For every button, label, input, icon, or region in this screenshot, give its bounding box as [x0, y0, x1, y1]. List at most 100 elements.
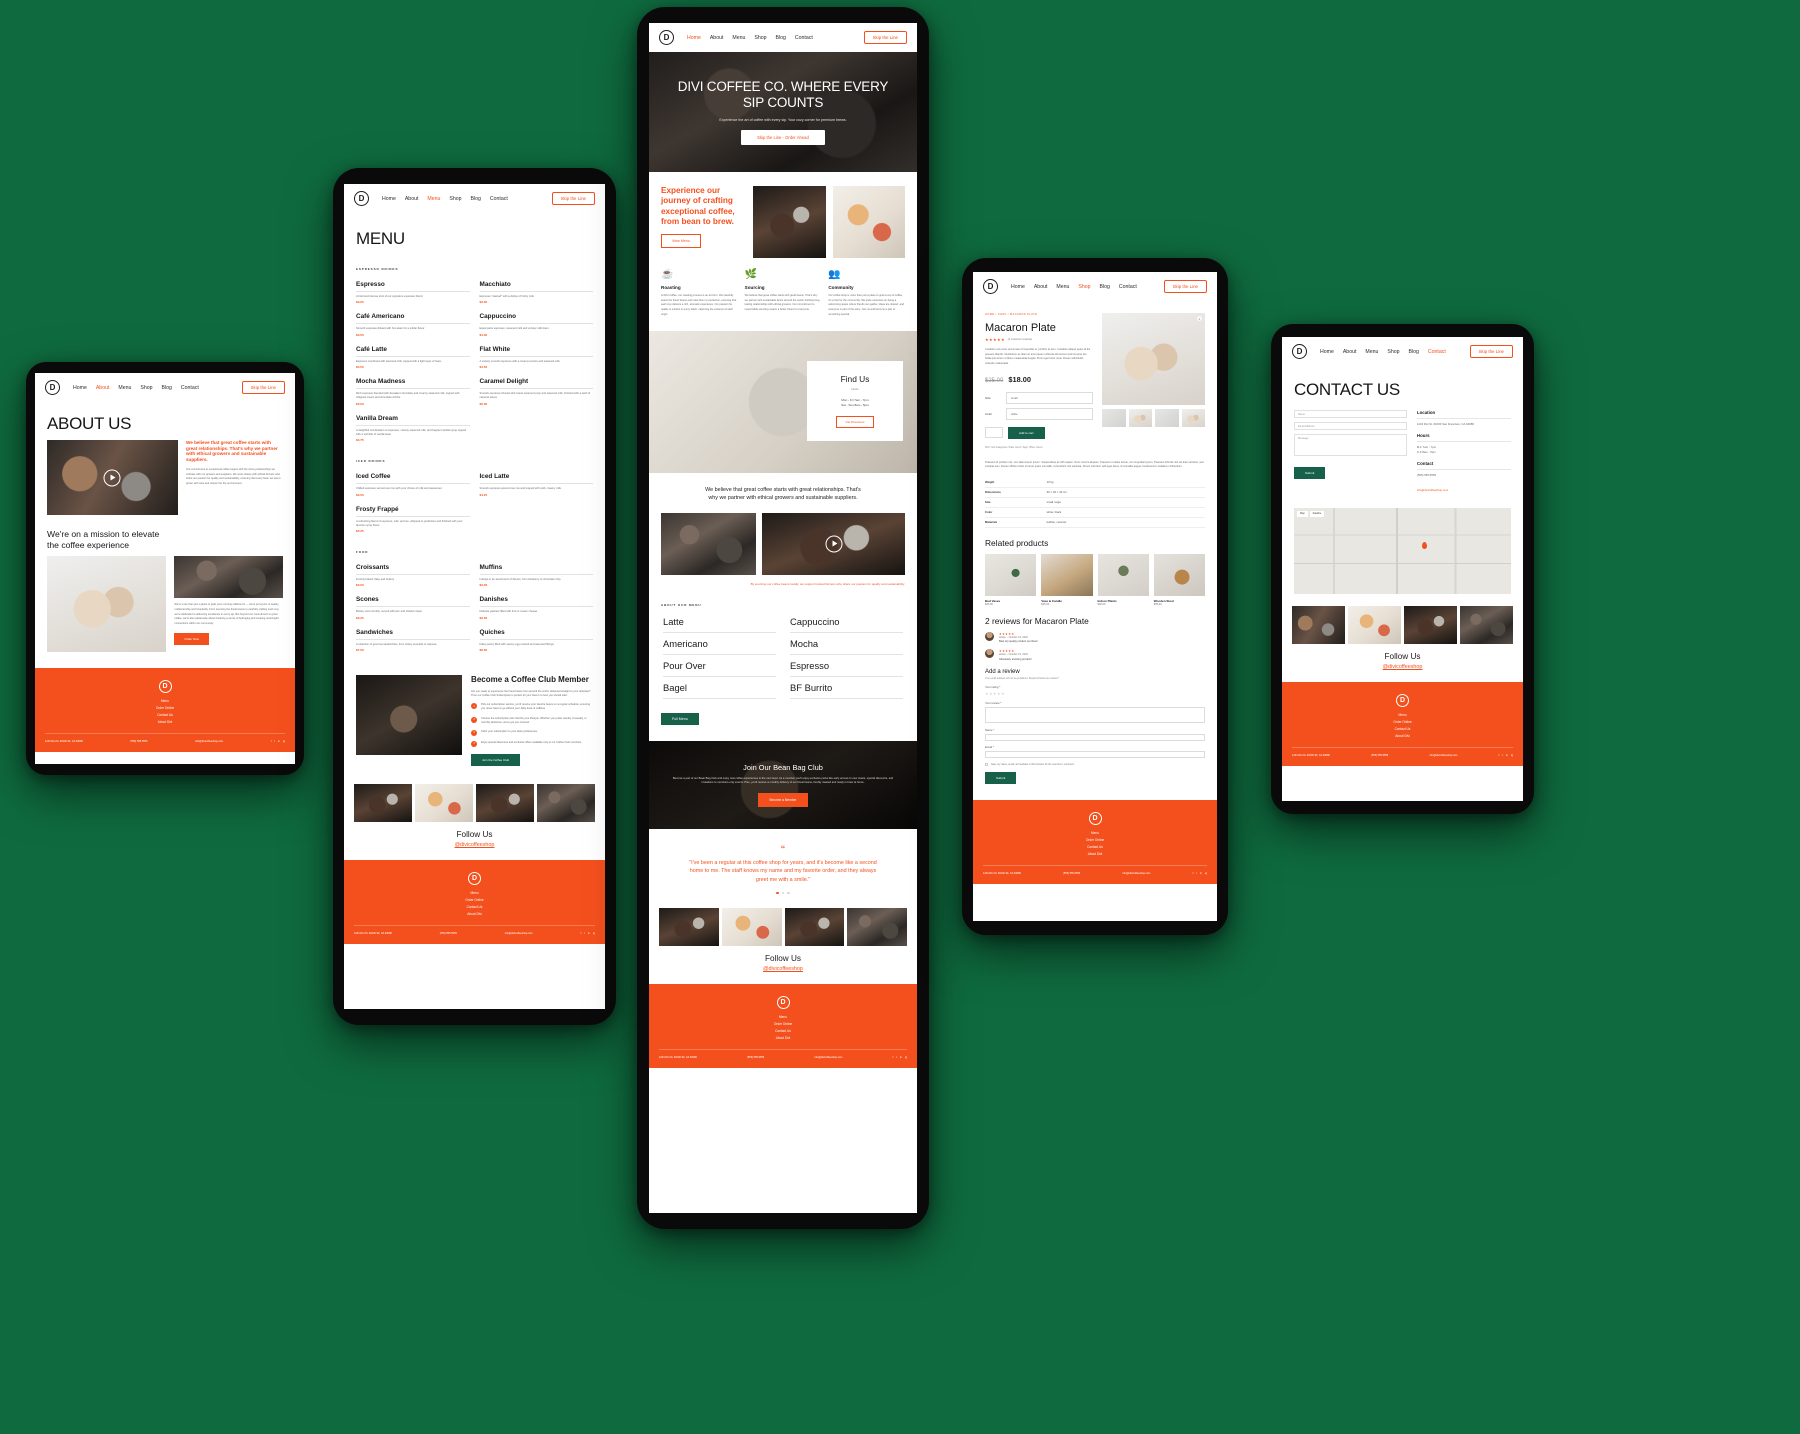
nav-item-shop[interactable]: Shop	[1078, 284, 1090, 290]
insta-thumb[interactable]	[1404, 605, 1457, 644]
zoom-icon[interactable]: ⌕	[1197, 316, 1202, 321]
footer-link-menu[interactable]: Menu	[1292, 713, 1513, 717]
screen-product[interactable]: D Home About Menu Shop Blog Contact Skip…	[973, 272, 1217, 921]
nav-item-about[interactable]: About	[1034, 284, 1048, 290]
dot-3[interactable]	[787, 891, 790, 895]
insta-thumb[interactable]	[354, 783, 412, 822]
nav-item-blog[interactable]: Blog	[1409, 349, 1419, 355]
submit-button[interactable]: Submit	[1294, 467, 1326, 479]
facebook-icon[interactable]: f	[271, 740, 272, 744]
footer-socials[interactable]: f t in ig	[1193, 872, 1207, 876]
nav-item-about[interactable]: About	[405, 196, 419, 202]
screen-contact[interactable]: D Home About Menu Shop Blog Contact Skip…	[1282, 337, 1523, 801]
nav-item-contact[interactable]: Contact	[490, 196, 508, 202]
screen-about[interactable]: D Home About Menu Shop Blog Contact Skip…	[35, 373, 295, 764]
name-input[interactable]	[985, 733, 1205, 741]
nav-item-contact[interactable]: Contact	[1428, 349, 1446, 355]
nav-item-about[interactable]: About	[710, 35, 724, 41]
nav-item-menu[interactable]: Menu	[118, 385, 131, 391]
footer-link-about-divi[interactable]: About Divi	[354, 912, 595, 916]
brand-logo-icon[interactable]: D	[354, 191, 369, 206]
nav-item-shop[interactable]: Shop	[1387, 349, 1399, 355]
dot-2[interactable]	[781, 891, 785, 895]
nav-cta-button[interactable]: Skip the Line	[1469, 345, 1513, 358]
footer-link-contact-us[interactable]: Contact Us	[354, 905, 595, 909]
size-select[interactable]: small	[1006, 391, 1094, 404]
nav-item-menu[interactable]: Menu	[1365, 349, 1378, 355]
footer-socials[interactable]: f t in ig	[893, 1056, 907, 1060]
footer-link-order-online[interactable]: Order Online	[45, 706, 285, 710]
insta-thumb[interactable]	[476, 783, 534, 822]
related-product-card[interactable]: Wooden Stool $55.00	[1153, 553, 1205, 606]
instagram-icon[interactable]: ig	[1205, 872, 1207, 876]
footer-link-menu[interactable]: Menu	[354, 891, 595, 895]
facebook-icon[interactable]: f	[893, 1056, 894, 1060]
screen-home[interactable]: D Home About Menu Shop Blog Contact Skip…	[649, 23, 917, 1213]
insta-thumb[interactable]	[537, 783, 595, 822]
nav-item-menu[interactable]: Menu	[732, 35, 745, 41]
footer-link-order-online[interactable]: Order Online	[1292, 720, 1513, 724]
instagram-handle-link[interactable]: @divicoffeeshop	[1282, 664, 1523, 670]
nav-cta-button[interactable]: Skip the Line	[241, 381, 285, 394]
footer-link-order-online[interactable]: Order Online	[354, 898, 595, 902]
footer-link-about-divi[interactable]: About Divi	[45, 720, 285, 724]
email-input[interactable]	[985, 750, 1205, 758]
email-field[interactable]: Email Address	[1294, 422, 1407, 430]
nav-item-shop[interactable]: Shop	[140, 385, 152, 391]
nav-item-home[interactable]: Home	[73, 385, 87, 391]
play-icon[interactable]	[103, 469, 121, 486]
instagram-icon[interactable]: ig	[905, 1056, 907, 1060]
nav-item-menu[interactable]: Menu	[1056, 284, 1069, 290]
instagram-icon[interactable]: ig	[593, 932, 595, 936]
review-textarea[interactable]	[985, 706, 1205, 723]
play-icon[interactable]	[825, 535, 843, 552]
brand-logo-icon[interactable]: D	[45, 380, 60, 395]
brand-logo-icon[interactable]: D	[1292, 344, 1307, 359]
facebook-icon[interactable]: f	[1499, 754, 1500, 758]
nav-cta-button[interactable]: Skip the Line	[863, 31, 907, 44]
product-main-image[interactable]: ⌕	[1102, 313, 1205, 405]
breadcrumb[interactable]: HOME / SHOP / MACARON PLATE	[985, 313, 1093, 316]
insta-thumb[interactable]	[1460, 605, 1513, 644]
dot-1[interactable]	[776, 891, 779, 895]
footer-link-menu[interactable]: Menu	[659, 1015, 907, 1019]
related-product-card[interactable]: Indoor Plants $40.00	[1097, 553, 1149, 606]
footer-socials[interactable]: f t in ig	[1499, 754, 1513, 758]
footer-link-contact-us[interactable]: Contact Us	[45, 713, 285, 717]
get-directions-button[interactable]: Get Directions	[836, 415, 874, 428]
twitter-icon[interactable]: t	[1502, 754, 1503, 758]
related-product-card[interactable]: Vase & Candle $35.00	[1041, 553, 1093, 606]
nav-item-blog[interactable]: Blog	[1100, 284, 1110, 290]
nav-item-home[interactable]: Home	[382, 196, 396, 202]
footer-link-menu[interactable]: Menu	[983, 831, 1207, 835]
footer-link-menu[interactable]: Menu	[45, 699, 285, 703]
relationship-video-thumb[interactable]	[762, 512, 905, 575]
instagram-icon[interactable]: ig	[1511, 754, 1513, 758]
footer-socials[interactable]: f t in ig	[581, 932, 595, 936]
facebook-icon[interactable]: f	[581, 932, 582, 936]
nav-item-shop[interactable]: Shop	[449, 196, 461, 202]
nav-item-home[interactable]: Home	[1320, 349, 1334, 355]
twitter-icon[interactable]: t	[274, 740, 275, 744]
name-field[interactable]: Name	[1294, 410, 1407, 418]
nav-item-about[interactable]: About	[1343, 349, 1357, 355]
satellite-view-button[interactable]: Satellite	[1309, 510, 1325, 517]
product-thumb[interactable]	[1181, 409, 1206, 427]
join-coffee-club-button[interactable]: Join the Coffee Club	[471, 753, 521, 766]
rating-input-stars[interactable]: ★★★★★	[985, 691, 1205, 696]
twitter-icon[interactable]: t	[896, 1056, 897, 1060]
quantity-stepper[interactable]	[985, 427, 1003, 439]
footer-link-order-online[interactable]: Order Online	[983, 838, 1207, 842]
related-product-card[interactable]: Bud Vases $20.00	[985, 553, 1037, 606]
map-view-button[interactable]: Map	[1297, 510, 1308, 517]
nav-item-shop[interactable]: Shop	[754, 35, 766, 41]
brand-logo-icon[interactable]: D	[659, 30, 674, 45]
screen-menu[interactable]: D Home About Menu Shop Blog Contact Skip…	[344, 184, 605, 1009]
location-map[interactable]: Map Satellite	[1294, 507, 1511, 594]
color-select[interactable]: white	[1006, 407, 1094, 420]
save-info-checkbox[interactable]	[985, 763, 988, 767]
linkedin-icon[interactable]: in	[278, 740, 280, 744]
brand-logo-icon[interactable]: D	[983, 279, 998, 294]
instagram-handle-link[interactable]: @divicoffeeshop	[649, 966, 917, 972]
twitter-icon[interactable]: t	[1196, 872, 1197, 876]
